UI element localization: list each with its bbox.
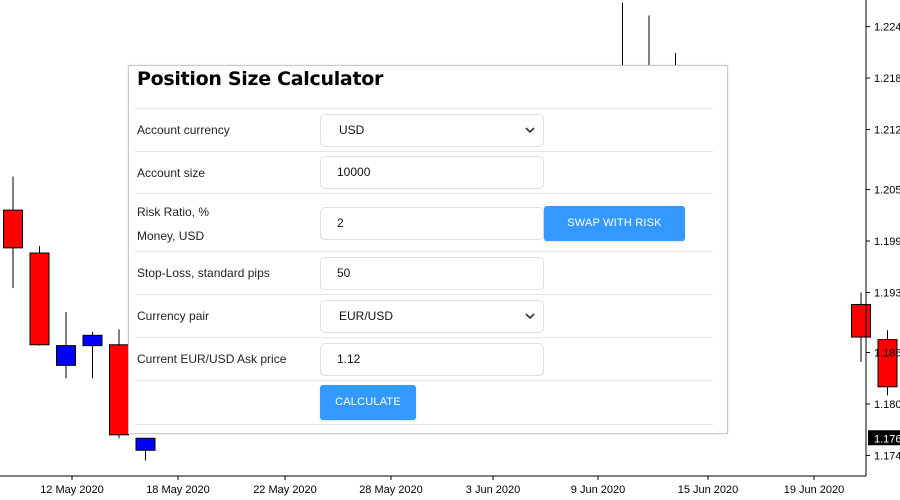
candle-body xyxy=(82,334,103,347)
current-price-label: 1.176 xyxy=(874,433,900,445)
risk-row: Risk Ratio, % Money, USD 2 SWAP WITH RIS… xyxy=(135,193,713,251)
currency-pair-select[interactable]: EUR/USD xyxy=(320,300,544,333)
price-tick-label: 1.199 xyxy=(874,236,900,248)
time-tick-label: 9 Jun 2020 xyxy=(571,484,625,496)
ask-price-label: Current EUR/USD Ask price xyxy=(137,352,287,366)
currency-pair-value: EUR/USD xyxy=(339,309,394,323)
candle xyxy=(877,330,898,396)
candle xyxy=(82,331,103,379)
ask-price-row: Current EUR/USD Ask price 1.12 xyxy=(135,337,713,380)
calculate-button[interactable]: CALCULATE xyxy=(320,385,416,420)
account-currency-label: Account currency xyxy=(137,123,230,137)
candle-body xyxy=(56,345,76,366)
currency-pair-label: Currency pair xyxy=(137,309,210,323)
account-size-row: Account size 10000 xyxy=(135,151,713,193)
price-tick-label: 1.205 xyxy=(874,185,900,197)
time-tick-label: 3 Jun 2020 xyxy=(466,484,520,496)
candle-body xyxy=(109,344,129,436)
candle-body xyxy=(135,437,156,451)
risk-money-label: Money, USD xyxy=(137,229,205,243)
candle-body xyxy=(3,209,23,249)
current-price-marker: 1.176 xyxy=(868,430,900,446)
stop-loss-input[interactable]: 50 xyxy=(320,257,544,290)
price-tick-label: 1.212 xyxy=(874,125,900,137)
account-currency-select[interactable]: USD xyxy=(320,114,544,147)
account-size-input[interactable]: 10000 xyxy=(320,156,544,189)
risk-input[interactable]: 2 xyxy=(320,207,544,240)
candle xyxy=(109,329,129,439)
account-size-label: Account size xyxy=(137,166,206,180)
ask-price-input[interactable]: 1.12 xyxy=(320,343,544,376)
price-tick-label: 1.186 xyxy=(874,347,900,359)
candle xyxy=(29,246,50,346)
account-currency-value: USD xyxy=(339,123,365,137)
swap-with-risk-button[interactable]: SWAP WITH RISK xyxy=(544,206,685,241)
price-tick-label: 1.193 xyxy=(874,287,900,299)
time-tick-label: 19 Jun 2020 xyxy=(784,484,845,496)
candle xyxy=(851,292,871,362)
price-tick-label: 1.180 xyxy=(874,399,900,411)
candle-body xyxy=(851,303,871,338)
time-tick-label: 18 May 2020 xyxy=(146,484,210,496)
time-tick-label: 15 Jun 2020 xyxy=(678,484,739,496)
candle xyxy=(56,312,76,379)
calculator-title: Position Size Calculator xyxy=(137,68,384,90)
currency-pair-row: Currency pair EUR/USD xyxy=(135,294,713,337)
calculate-row: CALCULATE xyxy=(135,380,713,425)
price-tick-label: 1.218 xyxy=(874,73,900,85)
position-size-calculator: Position Size Calculator Account currenc… xyxy=(128,65,728,434)
candle-body xyxy=(29,252,50,346)
price-tick-label: 1.224 xyxy=(874,22,900,34)
chevron-down-icon xyxy=(525,313,535,320)
risk-ratio-label: Risk Ratio, % xyxy=(137,205,210,219)
price-tick-label: 1.174 xyxy=(874,450,900,462)
time-axis: 12 May 2020 18 May 2020 22 May 2020 28 May … xyxy=(40,476,844,496)
candle xyxy=(135,437,156,461)
chevron-down-icon xyxy=(525,127,535,134)
price-axis: 1.224 1.218 1.212 1.205 1.199 1.193 1.186 1.180… xyxy=(866,22,900,462)
candle xyxy=(3,176,23,289)
time-tick-label: 22 May 2020 xyxy=(253,484,317,496)
time-tick-label: 12 May 2020 xyxy=(40,484,104,496)
stop-loss-label: Stop-Loss, standard pips xyxy=(137,266,270,280)
stop-loss-row: Stop-Loss, standard pips 50 xyxy=(135,251,713,294)
time-tick-label: 28 May 2020 xyxy=(359,484,423,496)
account-currency-row: Account currency USD xyxy=(135,108,713,151)
